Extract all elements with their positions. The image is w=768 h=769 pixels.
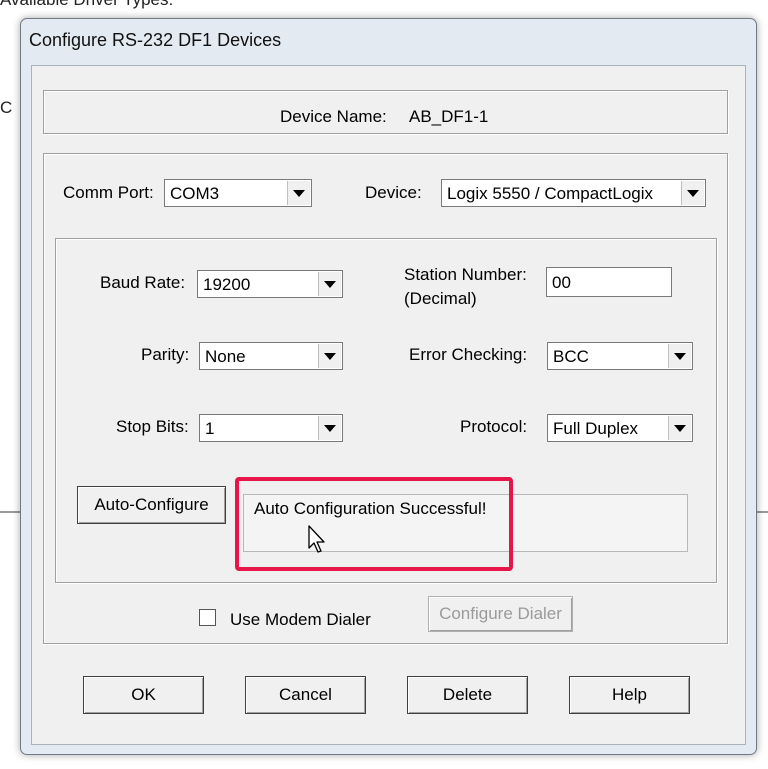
stop-bits-label: Stop Bits: [116,417,189,436]
chevron-down-icon[interactable] [668,344,691,368]
background-window-label: Available Driver Types: [0,0,173,10]
background-window-letter: C [0,98,13,117]
dialog-client-area: Device Name: AB_DF1-1 Comm Port: COM3 De… [31,65,746,745]
chevron-down-icon[interactable] [681,181,704,205]
protocol-select[interactable]: Full Duplex [547,414,693,442]
protocol-label: Protocol: [460,417,528,436]
chevron-down-icon[interactable] [318,416,341,440]
configure-dialer-button[interactable]: Configure Dialer [428,596,573,632]
comm-port-select[interactable]: COM3 [164,179,312,207]
chevron-down-icon[interactable] [668,416,691,440]
station-number-input[interactable]: 00 [546,267,672,297]
ok-button[interactable]: OK [83,676,204,714]
chevron-down-icon[interactable] [318,272,341,296]
use-modem-dialer-checkbox[interactable] [199,609,216,626]
use-modem-dialer-label[interactable]: Use Modem Dialer [230,610,371,630]
stop-bits-value: 1 [205,419,215,438]
device-select[interactable]: Logix 5550 / CompactLogix [441,179,706,207]
chevron-down-icon[interactable] [318,344,341,368]
device-name-label: Device Name: [280,107,387,126]
baud-rate-label: Baud Rate: [100,273,186,292]
auto-configure-button[interactable]: Auto-Configure [77,486,226,524]
mouse-pointer-icon [308,525,325,553]
chevron-down-icon[interactable] [287,181,310,205]
protocol-value: Full Duplex [553,419,639,438]
station-number-sublabel: (Decimal) [404,289,477,308]
configure-dialog: Configure RS-232 DF1 Devices Device Name… [20,18,757,755]
cancel-button[interactable]: Cancel [245,676,366,714]
station-number-label: Station Number: [404,265,527,284]
error-checking-label: Error Checking: [409,345,528,364]
device-value: Logix 5550 / CompactLogix [447,184,654,203]
background-divider [0,511,22,513]
parity-select[interactable]: None [199,342,343,370]
parity-label: Parity: [141,345,190,364]
help-button[interactable]: Help [569,676,690,714]
error-checking-value: BCC [553,347,589,366]
error-checking-select[interactable]: BCC [547,342,693,370]
comm-port-value: COM3 [170,184,220,203]
baud-rate-select[interactable]: 19200 [197,270,343,298]
comm-port-label: Comm Port: [63,183,154,202]
status-highlight-box [235,477,513,571]
baud-rate-value: 19200 [203,275,251,294]
device-label: Device: [365,183,422,202]
dialog-title: Configure RS-232 DF1 Devices [29,30,282,50]
stop-bits-select[interactable]: 1 [199,414,343,442]
parity-value: None [205,347,246,366]
device-name-value: AB_DF1-1 [409,107,489,126]
delete-button[interactable]: Delete [407,676,528,714]
station-number-value: 00 [552,273,571,292]
